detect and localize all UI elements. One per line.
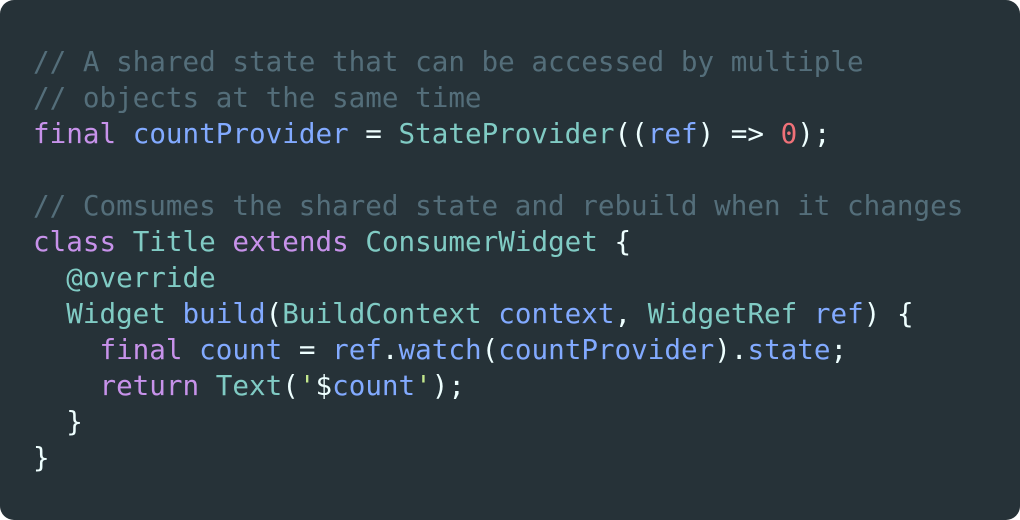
code-token-type: StateProvider (398, 117, 615, 150)
code-token-type: ConsumerWidget (365, 225, 598, 258)
code-token-keyword: final (33, 117, 117, 150)
code-token-keyword: return (99, 369, 200, 402)
code-token-plain: ) => (697, 117, 781, 150)
code-token-comment: // Comsumes the shared state and rebuild… (33, 189, 964, 222)
code-token-type: BuildContext (282, 297, 482, 330)
code-token-plain: ( (265, 297, 283, 330)
code-token-keyword: class (33, 225, 117, 258)
code-token-identifier: watch (398, 333, 482, 366)
code-token-type: @override (66, 261, 216, 294)
code-token-plain: = (348, 117, 399, 150)
code-line: return Text('$count'); (33, 368, 1020, 404)
code-token-type: WidgetRef (647, 297, 798, 330)
code-token-identifier: state (747, 333, 831, 366)
code-token-plain: ). (714, 333, 748, 366)
code-token-string: ' (415, 369, 432, 402)
code-line: @override (33, 260, 1020, 296)
code-token-plain: = (282, 333, 333, 366)
code-token-plain: ( (481, 333, 499, 366)
code-token-identifier: countProvider (132, 117, 349, 150)
code-token-plain: ; (830, 333, 848, 366)
code-line: } (33, 440, 1020, 476)
code-token-plain: , (614, 297, 648, 330)
code-token-plain: (( (614, 117, 648, 150)
code-token-type: Text (215, 369, 283, 402)
code-line: final countProvider = StateProvider((ref… (33, 116, 1020, 152)
code-token-string: ' (298, 369, 316, 402)
code-snippet-window: // A shared state that can be accessed b… (0, 0, 1020, 520)
code-block: // A shared state that can be accessed b… (33, 44, 1020, 476)
code-token-type: Title (132, 225, 216, 258)
code-token-type: Widget (66, 297, 166, 330)
code-line: // Comsumes the shared state and rebuild… (33, 188, 1020, 224)
code-line: final count = ref.watch(countProvider).s… (33, 332, 1020, 368)
code-line: Widget build(BuildContext context, Widge… (33, 296, 1020, 332)
code-token-plain: ( (282, 369, 299, 402)
code-line: // A shared state that can be accessed b… (33, 44, 1020, 80)
code-token-identifier: countProvider (498, 333, 715, 366)
code-token-keyword: final (99, 333, 183, 366)
code-token-plain: $ (315, 369, 333, 402)
code-token-comment: // A shared state that can be accessed b… (33, 45, 864, 78)
code-token-plain: { (597, 225, 632, 258)
code-token-plain: } (33, 441, 50, 474)
code-token-plain: ) { (863, 297, 914, 330)
code-token-identifier: count (199, 333, 283, 366)
code-token-identifier: ref (332, 333, 382, 366)
code-line: class Title extends ConsumerWidget { (33, 224, 1020, 260)
code-token-comment: // objects at the same time (33, 81, 482, 114)
code-token-plain: ); (431, 369, 466, 402)
code-line: } (33, 404, 1020, 440)
code-token-identifier: ref (647, 117, 698, 150)
code-token-plain: . (381, 333, 399, 366)
code-token-identifier: build (182, 297, 266, 330)
code-token-keyword: extends (232, 225, 349, 258)
code-token-plain: ); (797, 117, 831, 150)
code-token-number: 0 (780, 117, 798, 150)
code-token-identifier: ref (813, 297, 864, 330)
code-token-identifier: context (498, 297, 615, 330)
code-token-identifier: count (332, 369, 416, 402)
code-token-plain: } (33, 405, 83, 438)
code-line: // objects at the same time (33, 80, 1020, 116)
